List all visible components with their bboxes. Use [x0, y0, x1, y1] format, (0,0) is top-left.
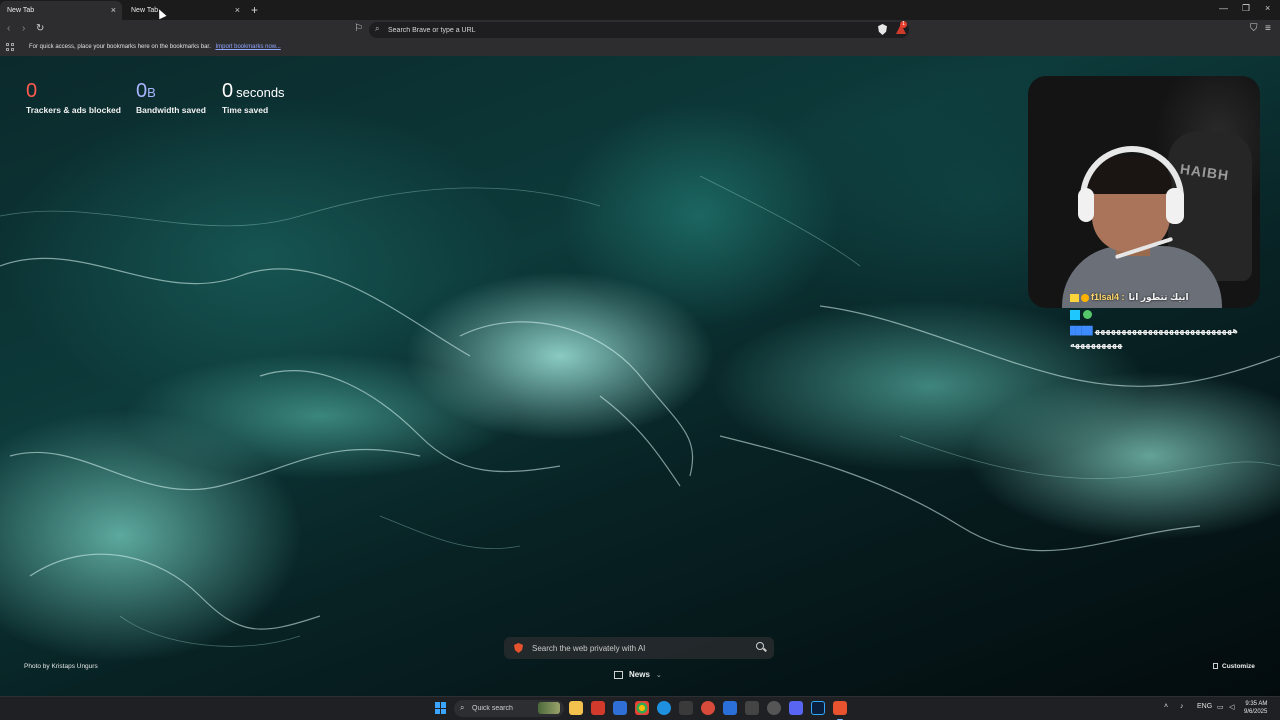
file-explorer-icon[interactable]: [569, 701, 583, 715]
volume-icon[interactable]: ◁: [1229, 703, 1234, 711]
url-input[interactable]: [388, 24, 868, 36]
news-button[interactable]: News ⌄: [614, 670, 662, 679]
bandwidth-unit: B: [147, 85, 156, 100]
customize-icon: [1213, 663, 1218, 670]
minimize-icon[interactable]: —: [1219, 3, 1228, 13]
import-bookmarks-link[interactable]: Import bookmarks now...: [215, 44, 280, 50]
rewards-badge: 1: [900, 21, 907, 28]
chrome-icon[interactable]: [635, 701, 649, 715]
trackers-label: Trackers & ads blocked: [26, 105, 121, 115]
crown-badge-icon: [1070, 293, 1079, 302]
ai-search-box[interactable]: [504, 637, 774, 659]
tab-new-tab-2[interactable]: New Tab ×: [124, 1, 246, 20]
chevron-down-icon: ⌄: [655, 672, 662, 679]
tab-strip: New Tab × New Tab × + — ❐ ×: [0, 0, 1280, 20]
bandwidth-label: Bandwidth saved: [136, 105, 206, 115]
chat-username: f1lsal4 :: [1091, 292, 1125, 302]
discord-icon[interactable]: [789, 701, 803, 715]
news-label: News: [629, 670, 650, 679]
time-unit: seconds: [236, 85, 285, 100]
tab-title: New Tab: [7, 7, 35, 14]
bandwidth-saved-stat: 0B Bandwidth saved: [136, 80, 206, 115]
tray-chevron-up-icon[interactable]: ˄: [1164, 703, 1168, 710]
brave-browser-icon[interactable]: [833, 701, 847, 720]
app-circle-icon[interactable]: [701, 701, 715, 715]
menu-icon[interactable]: ≡: [1265, 23, 1271, 34]
windows-start-icon[interactable]: [435, 702, 447, 714]
language-indicator[interactable]: ENG: [1197, 703, 1212, 710]
app-dark-icon[interactable]: [679, 701, 693, 715]
close-tab-icon[interactable]: ×: [111, 5, 116, 15]
browser-toolbar: ‹ › ↻ ⚐ ⌕ 1 ⛉ ≡: [0, 20, 1280, 40]
webcam-overlay: HAIBH: [1028, 76, 1260, 308]
tab-title: New Tab: [131, 7, 159, 14]
trackers-count: 0: [26, 80, 38, 102]
app-diamond-icon[interactable]: [723, 701, 737, 715]
photo-credit[interactable]: Photo by Kristaps Ungurs: [24, 663, 98, 670]
brave-logo-icon: [514, 643, 523, 653]
app-gray-icon[interactable]: [767, 701, 781, 715]
time-label: Time saved: [222, 105, 269, 115]
app-blue-icon[interactable]: [657, 701, 671, 715]
bookmarks-bar: For quick access, place your bookmarks h…: [0, 40, 1280, 56]
close-tab-icon[interactable]: ×: [235, 5, 240, 15]
reload-icon[interactable]: ↻: [36, 23, 44, 34]
search-icon[interactable]: [756, 642, 764, 650]
chat-username-blurred: ████: [1070, 325, 1095, 335]
app-red-icon[interactable]: [591, 701, 605, 715]
network-icon[interactable]: ▭: [1217, 703, 1224, 711]
back-icon[interactable]: ‹: [7, 23, 10, 34]
chat-message: f1lsal4 : ابيك تتطور انا: [1070, 292, 1240, 303]
headset-right-cup: [1166, 188, 1184, 224]
headset-left-cup: [1078, 188, 1094, 222]
bookmarks-hint: For quick access, place your bookmarks h…: [29, 44, 281, 50]
bandwidth-value: 0: [136, 80, 148, 102]
terminal-icon[interactable]: [745, 701, 759, 715]
apps-grid-icon[interactable]: [6, 43, 14, 51]
vpn-shield-icon[interactable]: ⛉: [1250, 23, 1258, 34]
bookmark-icon[interactable]: ⚐: [354, 23, 363, 34]
address-bar[interactable]: ⌕: [369, 22, 909, 38]
coin-badge-icon: [1081, 293, 1089, 302]
time-saved-stat: 0 seconds Time saved: [222, 80, 285, 115]
shield-app-icon[interactable]: [613, 701, 627, 715]
search-icon: ⌕: [375, 24, 380, 33]
chat-text: ابيك تتطور انا: [1128, 292, 1189, 302]
photoshop-icon[interactable]: [811, 701, 825, 715]
taskbar-search-input[interactable]: [472, 702, 542, 714]
ai-search-input[interactable]: [532, 641, 742, 655]
chat-message: ████ ههههههههههههههههههههههههههههههههههه…: [1070, 324, 1240, 352]
taskbar-clock[interactable]: 9:35 AM 9/6/2025: [1244, 700, 1267, 716]
search-icon: ⌕: [460, 703, 465, 712]
customize-label: Customize: [1222, 663, 1255, 670]
close-window-icon[interactable]: ×: [1265, 3, 1270, 13]
newspaper-icon: [614, 670, 623, 679]
search-highlight-art: [538, 702, 560, 714]
microphone-icon[interactable]: ♪: [1180, 703, 1184, 710]
clock-date: 9/6/2025: [1244, 709, 1268, 715]
bookmarks-hint-text: For quick access, place your bookmarks h…: [29, 44, 211, 50]
chat-text: ههههههههههههههههههههههههههههههههههههه: [1070, 325, 1238, 349]
stream-chat-overlay: f1lsal4 : ابيك تتطور انا ████ ههههههههههه…: [1070, 292, 1240, 352]
taskbar-search[interactable]: ⌕: [454, 700, 564, 717]
windows-taskbar: ⌕ ˄ ♪ ENG ▭ ◁ 9:35 AM 9/6/2025: [0, 696, 1280, 720]
clock-time: 9:35 AM: [1245, 701, 1268, 707]
green-badge-icon: [1083, 310, 1092, 320]
customize-button[interactable]: Customize: [1213, 663, 1255, 670]
forward-icon[interactable]: ›: [22, 23, 25, 34]
trackers-blocked-stat: 0 Trackers & ads blocked: [26, 80, 121, 115]
time-value: 0: [222, 80, 234, 102]
new-tab-background: 0 Trackers & ads blocked 0B Bandwidth sa…: [0, 56, 1280, 696]
tab-new-tab-1[interactable]: New Tab ×: [0, 1, 122, 20]
blue-badge-icon: [1070, 309, 1080, 320]
chat-badges: [1070, 309, 1240, 320]
new-tab-icon[interactable]: +: [251, 3, 258, 17]
restore-icon[interactable]: ❐: [1242, 3, 1250, 14]
